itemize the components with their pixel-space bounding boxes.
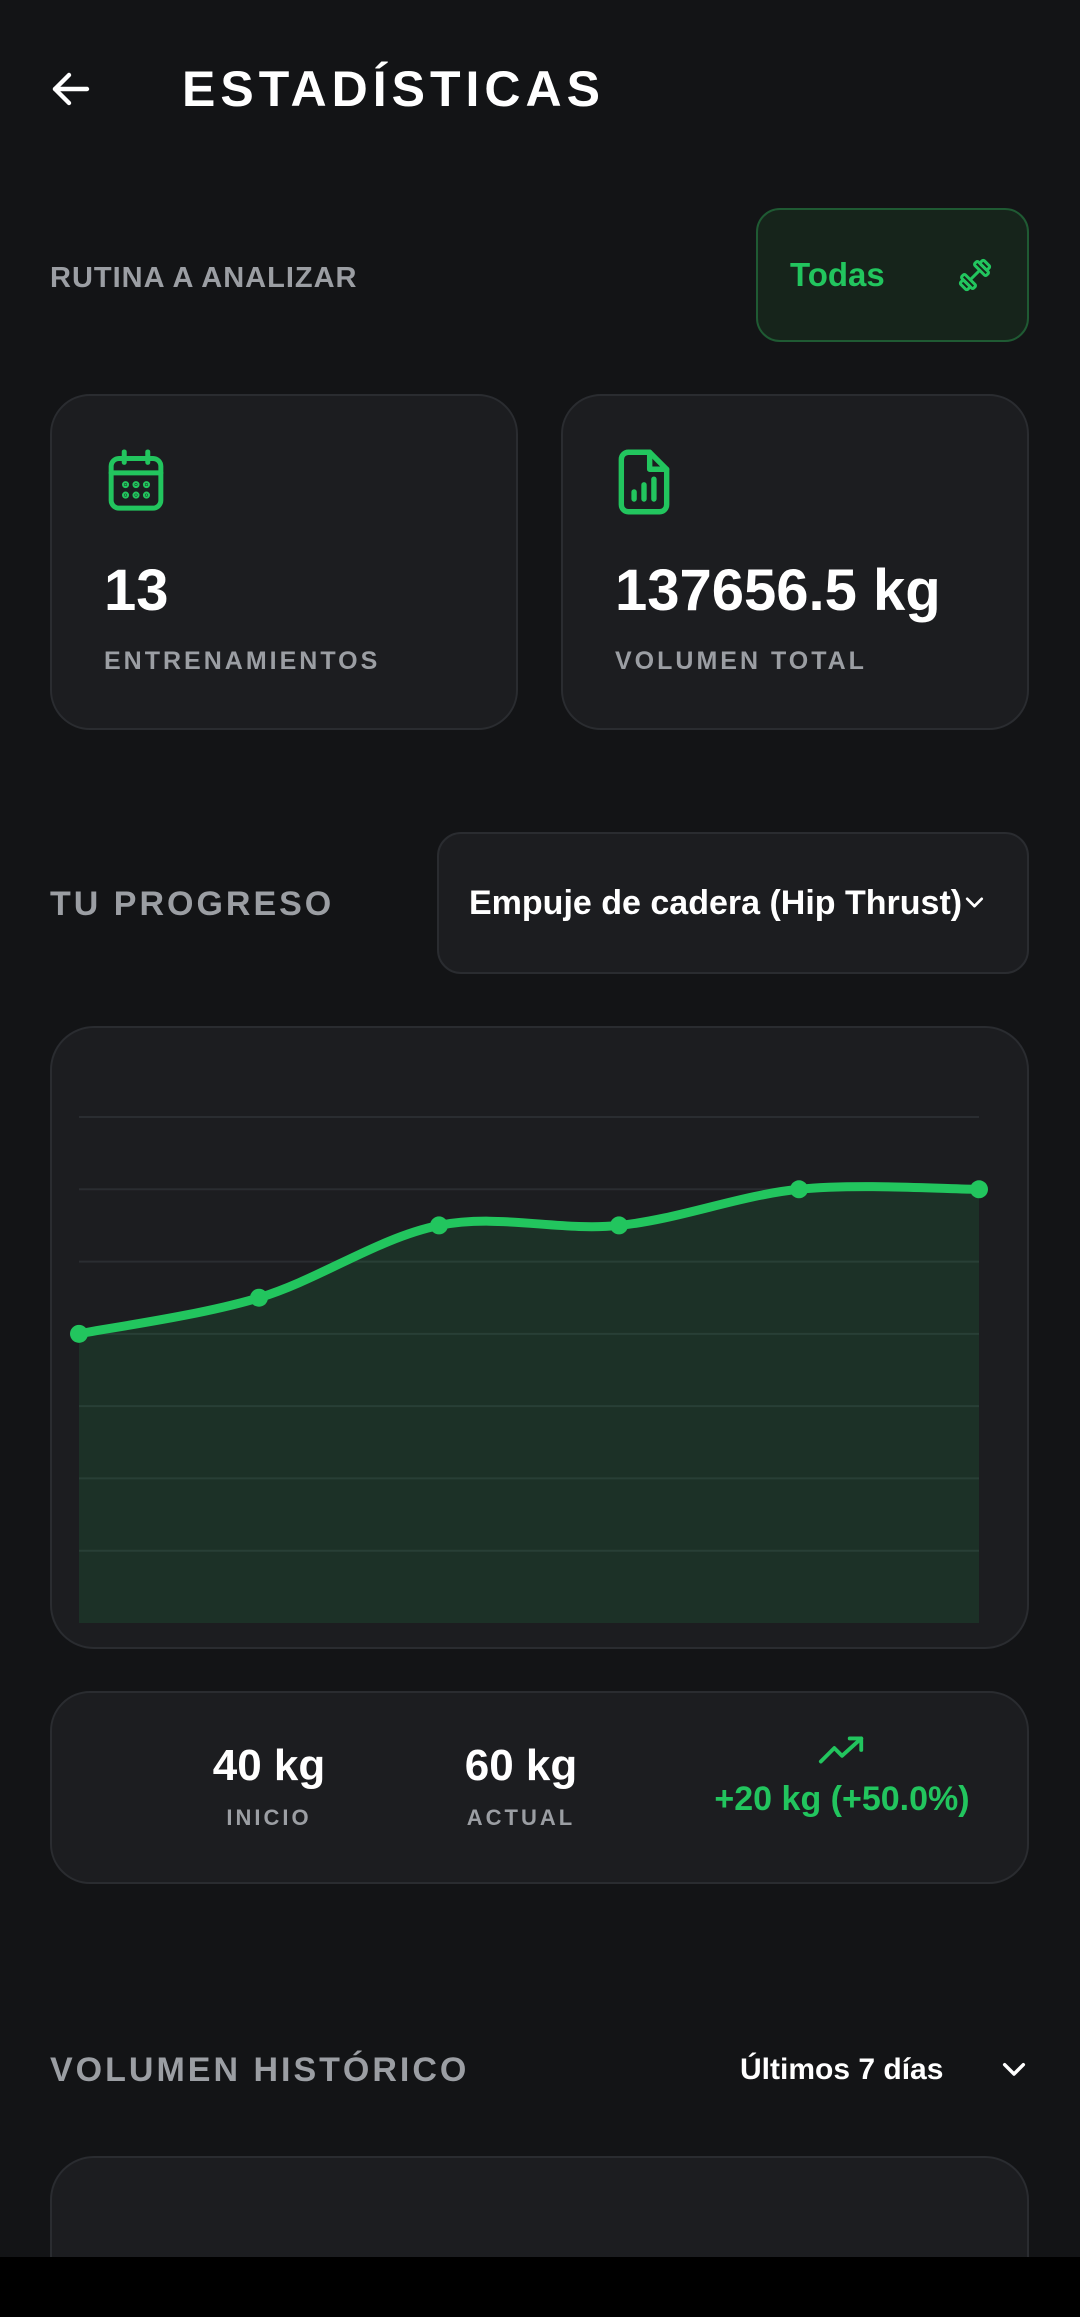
workouts-count: 13: [104, 558, 169, 623]
chevron-down-icon: [1002, 2062, 1026, 2076]
routine-selected-value: Todas: [790, 256, 885, 293]
current-weight: 60 kg ACTUAL: [404, 1739, 638, 1831]
progress-summary-card: 40 kg INICIO 60 kg ACTUAL +20 kg (+50.0%…: [50, 1691, 1029, 1884]
chart-data-point: [610, 1216, 628, 1235]
routine-label: RUTINA A ANALIZAR: [50, 262, 358, 294]
progress-chart: [50, 1026, 1029, 1649]
file-chart-icon: [615, 448, 673, 521]
statistics-screen: ESTADÍSTICAS RUTINA A ANALIZAR Todas 13 …: [0, 0, 1080, 2317]
workouts-card: 13 ENTRENAMIENTOS: [50, 394, 518, 730]
total-volume-card: 137656.5 kg VOLUMEN TOTAL: [561, 394, 1029, 730]
page-title: ESTADÍSTICAS: [182, 61, 605, 117]
current-weight-label: ACTUAL: [466, 1805, 576, 1830]
chart-data-point: [790, 1180, 808, 1199]
period-selector[interactable]: Últimos 7 días: [740, 2040, 1030, 2100]
routine-selector[interactable]: Todas: [756, 208, 1029, 342]
chart-data-point: [70, 1324, 88, 1343]
current-weight-value: 60 kg: [464, 1741, 578, 1790]
back-button[interactable]: [40, 58, 102, 120]
progress-section-title: TU PROGRESO: [50, 885, 335, 923]
volume-section-title: VOLUMEN HISTÓRICO: [50, 2051, 470, 2089]
trending-up-icon: [818, 1736, 864, 1764]
chart-data-point: [250, 1288, 268, 1307]
calendar-icon: [104, 448, 168, 521]
dumbbell-icon: [958, 258, 992, 292]
chart-area-fill: [79, 1186, 979, 1623]
start-weight: 40 kg INICIO: [152, 1739, 386, 1831]
total-volume-label: VOLUMEN TOTAL: [615, 647, 867, 675]
exercise-selector[interactable]: Empuje de cadera (Hip Thrust): [437, 832, 1029, 974]
arrow-left-icon: [52, 72, 90, 106]
workouts-label: ENTRENAMIENTOS: [104, 647, 381, 675]
start-weight-label: INICIO: [226, 1805, 312, 1830]
exercise-selected-value: Empuje de cadera (Hip Thrust): [469, 883, 963, 922]
weight-change-value: +20 kg (+50.0%): [714, 1780, 970, 1818]
chevron-down-icon: [965, 897, 984, 908]
chart-data-point: [970, 1180, 988, 1199]
start-weight-value: 40 kg: [212, 1741, 326, 1790]
weight-change: +20 kg (+50.0%): [642, 1733, 1042, 1819]
system-navigation-bar: [0, 2257, 1080, 2317]
total-volume-value: 137656.5 kg: [615, 558, 941, 623]
chart-data-point: [430, 1216, 448, 1235]
period-selected-value: Últimos 7 días: [740, 2053, 944, 2086]
progress-chart-svg: [70, 1116, 988, 1623]
